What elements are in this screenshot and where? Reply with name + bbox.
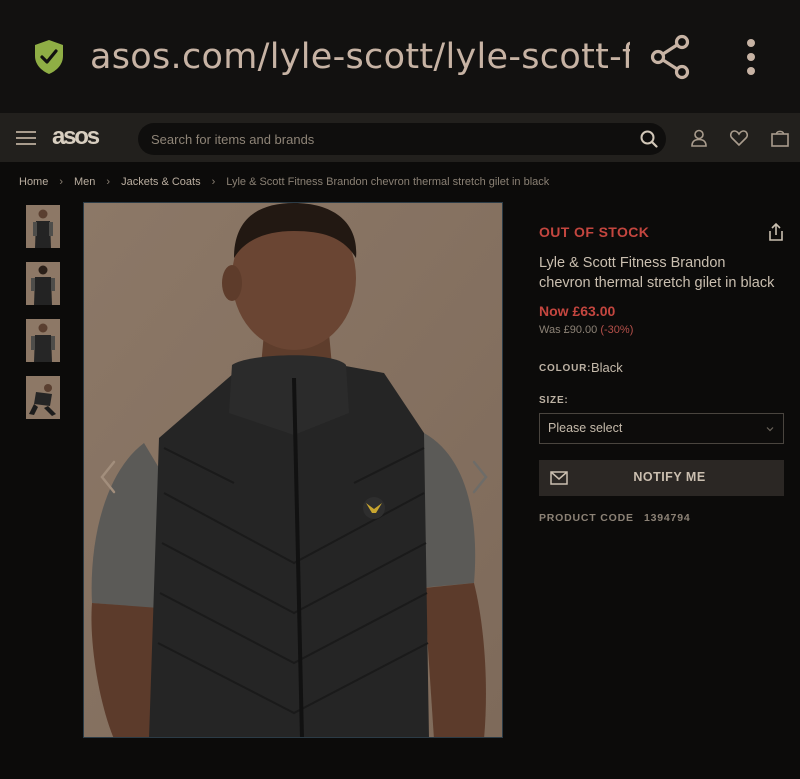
colour-label: COLOUR: [539, 363, 592, 374]
breadcrumb: Home › Men › Jackets & Coats › Lyle & Scott Fi… [19, 176, 549, 190]
size-select-value: Please select [548, 421, 623, 435]
product-thumbnail-4[interactable] [26, 376, 60, 419]
product-thumbnail-1[interactable] [26, 205, 60, 248]
breadcrumb-separator: › [59, 176, 64, 188]
breadcrumb-current-product: Lyle & Scott Fitness Brandon chevron the… [226, 176, 550, 188]
bag-icon[interactable] [770, 128, 790, 148]
saved-items-heart-icon[interactable] [729, 128, 749, 148]
url-text[interactable]: asos.com/lyle-scott/lyle-scott-fitness-b… [90, 34, 630, 80]
search-icon[interactable] [640, 130, 658, 148]
was-price: Was £90.00 [539, 324, 598, 336]
security-shield-icon [35, 40, 63, 74]
breadcrumb-separator: › [106, 176, 111, 188]
colour-value: Black [591, 360, 623, 375]
share-product-icon[interactable] [766, 222, 786, 242]
product-thumbnail-3[interactable] [26, 319, 60, 362]
product-thumbnail-2[interactable] [26, 262, 60, 305]
size-label: SIZE: [539, 395, 569, 406]
previous-image-arrow-icon[interactable] [98, 460, 118, 494]
product-code-label: PRODUCT CODE [539, 512, 634, 524]
more-options-icon[interactable] [738, 38, 764, 78]
chevron-down-icon [766, 427, 774, 432]
current-price: Now £63.00 [539, 303, 616, 319]
product-main-image[interactable] [83, 202, 503, 738]
breadcrumb-separator: › [211, 176, 216, 188]
account-icon[interactable] [689, 128, 709, 148]
product-code-value: 1394794 [644, 512, 691, 524]
breadcrumb-jackets-coats[interactable]: Jackets & Coats [121, 176, 200, 188]
next-image-arrow-icon[interactable] [470, 460, 490, 494]
discount-percent: (-30%) [600, 324, 634, 336]
product-title: Lyle & Scott Fitness Brandon chevron the… [539, 255, 775, 291]
browser-url-bar: asos.com/lyle-scott/lyle-scott-fitness-b… [0, 0, 800, 113]
breadcrumb-men[interactable]: Men [74, 176, 95, 188]
breadcrumb-home[interactable]: Home [19, 176, 48, 188]
previous-price: Was £90.00 (-30%) [539, 324, 633, 336]
notify-me-label: NOTIFY ME [633, 470, 706, 484]
notify-me-button[interactable]: NOTIFY ME [539, 460, 784, 496]
share-icon[interactable] [648, 34, 692, 80]
search-bar[interactable] [138, 123, 666, 155]
size-select[interactable]: Please select [539, 413, 784, 444]
menu-icon[interactable] [16, 131, 36, 145]
site-header: asos [0, 113, 800, 162]
stock-status: OUT OF STOCK [539, 224, 650, 240]
search-input[interactable] [151, 123, 621, 155]
asos-logo[interactable]: asos [52, 123, 100, 151]
